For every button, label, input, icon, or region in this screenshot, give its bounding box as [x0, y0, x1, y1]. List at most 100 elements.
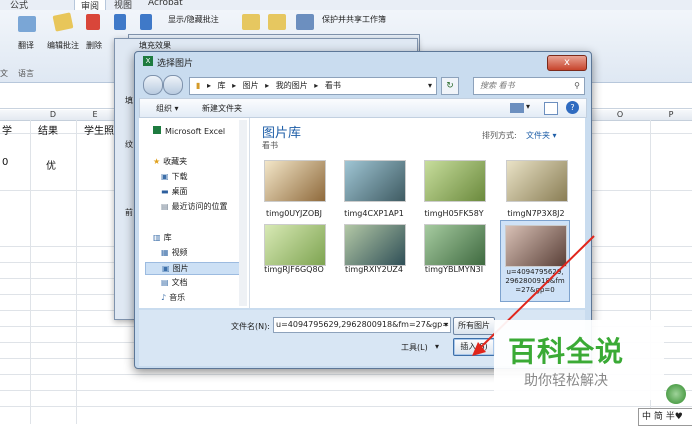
breadcrumb-sep-icon: ▸ [265, 81, 270, 90]
ime-status-bar[interactable]: 中 简 半♥ [638, 408, 692, 426]
protect-workbook-icon[interactable] [268, 14, 286, 30]
cell-header-partial[interactable]: 学 [2, 122, 12, 137]
thumbnail-image[interactable] [344, 224, 406, 266]
tools-button[interactable]: 工具(L) [401, 342, 428, 353]
nav-libraries[interactable]: ▥ 库 [153, 232, 172, 243]
nav-music-label: 音乐 [169, 293, 186, 302]
dialog-title: 选择图片 [157, 59, 194, 69]
breadcrumb-reading[interactable]: 看书 [325, 81, 341, 90]
col-header-d[interactable]: D [30, 110, 77, 121]
cell-header-result[interactable]: 结果 [38, 122, 58, 137]
cell-value[interactable]: 0 [2, 157, 8, 168]
nav-downloads[interactable]: ▣ 下载 [161, 171, 188, 182]
tab-review[interactable]: 审阅 [74, 0, 107, 12]
tab-acrobat[interactable]: Acrobat [148, 0, 183, 8]
edit-comment-button[interactable]: 编辑批注 [44, 40, 82, 51]
thumbnail-image[interactable] [344, 160, 406, 202]
file-label[interactable]: timgN7P3X8J2 [496, 209, 576, 218]
nav-videos-label: 视频 [171, 248, 188, 257]
delete-comment-button[interactable]: 删除 [84, 40, 104, 51]
breadcrumb-my-pictures[interactable]: 我的图片 [276, 81, 308, 90]
nav-videos[interactable]: ▦ 视频 [161, 247, 188, 258]
music-icon: ♪ [161, 293, 167, 302]
nav-microsoft-excel[interactable]: Microsoft Excel [153, 126, 225, 136]
nav-recent-label: 最近访问的位置 [171, 202, 228, 211]
file-label[interactable]: timgRJF6GQ8O [254, 265, 334, 274]
foreground-label: 前 [125, 208, 133, 217]
address-bar: ▮ ▸ 库 ▸ 图片 ▸ 我的图片 ▸ 看书 ▾ ↻ 搜索 看书 ⚲ [143, 75, 585, 95]
breadcrumb-library[interactable]: 库 [218, 81, 226, 90]
protect-shared-button[interactable]: 保护并共享工作簿 [322, 14, 386, 25]
col-header-p[interactable]: P [650, 110, 692, 121]
nav-desktop-label: 桌面 [171, 187, 188, 196]
thumbnail-image[interactable] [264, 224, 326, 266]
group-label-language: 语言 [18, 69, 34, 78]
help-icon[interactable]: ? [566, 101, 579, 114]
sort-dropdown[interactable]: 文件夹 ▾ [526, 130, 557, 141]
organize-button[interactable]: 组织 ▾ [156, 103, 179, 114]
filename-label: 文件名(N): [231, 322, 270, 331]
breadcrumb[interactable]: ▮ ▸ 库 ▸ 图片 ▸ 我的图片 ▸ 看书 ▾ [189, 77, 437, 95]
search-icon[interactable]: ⚲ [574, 78, 580, 94]
new-folder-button[interactable]: 新建文件夹 [202, 103, 242, 114]
nav-microsoft-excel-label: Microsoft Excel [165, 127, 226, 136]
dialog-close-button[interactable]: x [547, 55, 587, 71]
protect-sheet-icon[interactable] [242, 14, 260, 30]
search-placeholder: 搜索 看书 [480, 81, 515, 90]
view-dropdown-icon[interactable]: ▾ [526, 102, 530, 111]
edit-comment-icon [52, 12, 74, 32]
nav-libraries-label: 库 [163, 233, 172, 242]
file-label[interactable]: timg0UYJZOBJ [254, 209, 334, 218]
cell-result-value[interactable]: 优 [46, 157, 56, 172]
back-arrow-icon[interactable] [143, 75, 163, 95]
nav-pictures-label: 图片 [172, 264, 189, 273]
file-label[interactable]: timgRXIY2UZ4 [334, 265, 414, 274]
nav-documents[interactable]: ▤ 文档 [161, 277, 188, 288]
col-header-o[interactable]: O [590, 110, 651, 121]
watermark: 百科全说 助你轻松解决 [494, 320, 664, 400]
next-icon[interactable] [140, 14, 152, 30]
translate-button[interactable]: 翻译 [14, 40, 38, 51]
star-icon: ★ [153, 157, 161, 166]
sort-label: 排列方式: [482, 131, 517, 140]
nav-desktop[interactable]: ▬ 桌面 [161, 186, 188, 197]
nav-music[interactable]: ♪ 音乐 [161, 292, 185, 303]
preview-pane-icon[interactable] [544, 102, 558, 115]
file-label[interactable]: timgH05FK58Y [414, 209, 494, 218]
file-label[interactable]: timg4CXP1AP1 [334, 209, 414, 218]
breadcrumb-sep-icon: ▸ [206, 81, 211, 90]
nav-scrollbar[interactable] [239, 120, 247, 306]
thumbnail-image[interactable] [424, 160, 486, 202]
show-hide-comment-button[interactable]: 显示/隐藏批注 [168, 14, 219, 25]
dropdown-icon[interactable]: ▾ [428, 78, 432, 94]
share-workbook-icon[interactable] [296, 14, 314, 30]
library-subtitle: 看书 [262, 141, 278, 150]
view-options-icon[interactable] [510, 103, 524, 113]
command-bar: 组织 ▾ 新建文件夹 ▾ ? [139, 98, 587, 118]
nav-pictures[interactable]: ▣ 图片 [145, 262, 247, 275]
nav-recent[interactable]: ▤ 最近访问的位置 [161, 201, 228, 212]
grid-line [30, 120, 31, 424]
tab-view[interactable]: 视图 [114, 0, 132, 11]
heart-icon: ♥ [674, 412, 683, 422]
documents-icon: ▤ [161, 278, 169, 287]
desktop-icon: ▬ [161, 187, 169, 196]
watermark-title: 百科全说 [508, 335, 625, 368]
filename-input[interactable]: u=4094795629,2962800918&fm=27&gp= ▾ [273, 317, 451, 333]
thumbnail-image[interactable] [264, 160, 326, 202]
grid-line [76, 120, 77, 424]
search-input[interactable]: 搜索 看书 ⚲ [473, 77, 585, 95]
refresh-icon[interactable]: ↻ [441, 77, 459, 95]
thumbnail-image[interactable] [506, 160, 568, 202]
col-header-e[interactable]: E [76, 110, 115, 121]
tools-dropdown-icon[interactable]: ▾ [435, 342, 439, 351]
assistant-icon[interactable] [666, 384, 686, 404]
excel-icon: X [143, 56, 153, 66]
nav-favorites[interactable]: ★ 收藏夹 [153, 156, 187, 167]
cell-header-photo[interactable]: 学生照 [84, 122, 114, 137]
filename-dropdown-icon[interactable]: ▾ [444, 318, 448, 332]
tab-formulas[interactable]: 公式 [10, 0, 28, 11]
breadcrumb-pictures[interactable]: 图片 [243, 81, 259, 90]
previous-icon[interactable] [114, 14, 126, 30]
forward-arrow-icon[interactable] [163, 75, 183, 95]
